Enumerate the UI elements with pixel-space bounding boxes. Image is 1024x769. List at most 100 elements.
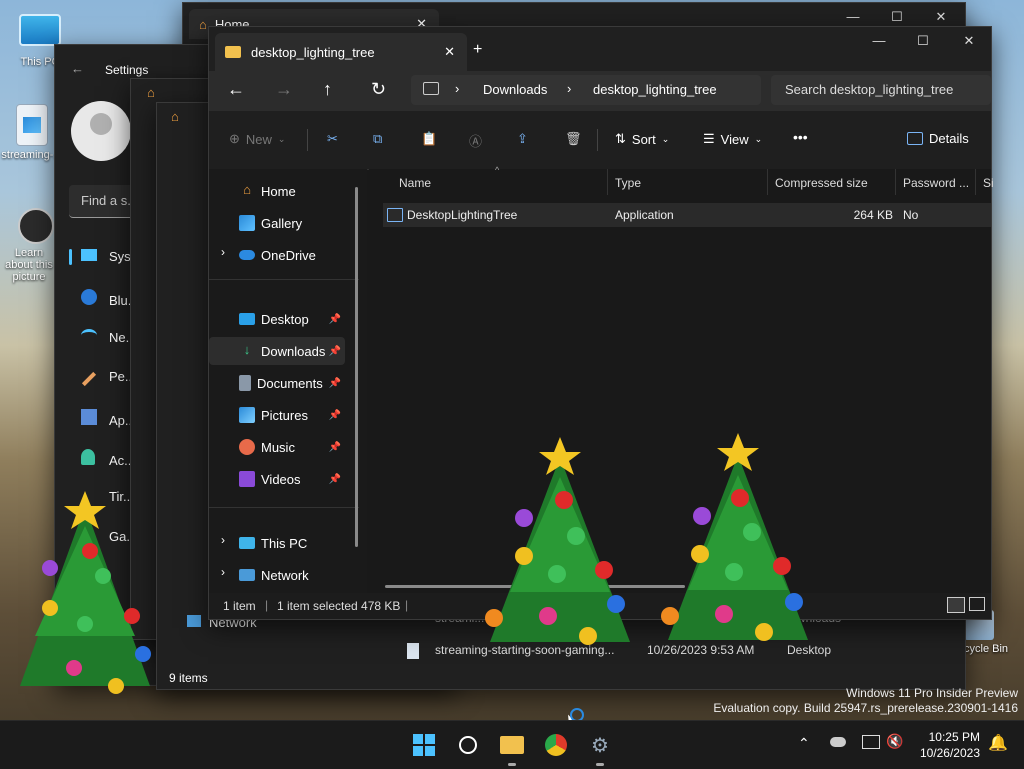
application-icon — [387, 208, 403, 222]
nav-label: Network — [261, 567, 309, 583]
breadcrumb-desktop-lighting-tree[interactable]: desktop_lighting_tree — [593, 82, 717, 97]
chrome-taskbar-button[interactable] — [542, 731, 570, 759]
table-row[interactable]: DesktopLightingTree Application 264 KB N… — [383, 203, 991, 227]
nav-home[interactable]: ⌂ Home — [209, 177, 345, 205]
settings-item-network[interactable]: Ne... — [81, 329, 136, 345]
search-button[interactable] — [454, 731, 482, 759]
clock[interactable]: 10:25 PM 10/26/2023 — [904, 729, 980, 761]
maximize-icon[interactable]: ☐ — [877, 9, 917, 25]
divider — [209, 507, 359, 508]
pin-icon: 📌 — [328, 345, 341, 357]
details-view-icon[interactable] — [947, 597, 965, 613]
breadcrumb-downloads[interactable]: Downloads — [483, 82, 547, 97]
chevron-right-icon[interactable]: › — [455, 81, 459, 96]
notification-bell-icon[interactable]: 🔔 — [988, 733, 1008, 753]
chevron-up-icon[interactable]: ⌃ — [798, 735, 810, 752]
selection-indicator — [69, 249, 72, 265]
view-button[interactable]: ☰ View ⌄ — [703, 131, 762, 147]
running-indicator — [508, 763, 516, 766]
minimize-icon[interactable]: — — [833, 9, 873, 24]
row-password: No — [903, 208, 919, 222]
chevron-right-icon[interactable]: › — [567, 81, 571, 96]
nav-network[interactable]: Network — [209, 561, 345, 589]
forward-arrow-icon[interactable]: → — [275, 79, 293, 100]
details-button[interactable]: Details — [907, 131, 969, 146]
rename-icon[interactable]: Ⓐ — [469, 131, 482, 150]
settings-item-apps[interactable]: Ap... — [81, 409, 136, 428]
network-tray-icon[interactable] — [862, 735, 880, 749]
nav-documents[interactable]: Documents 📌 — [209, 369, 345, 397]
christmas-tree-right — [661, 433, 808, 641]
nav-label: Music — [261, 439, 295, 455]
maximize-icon[interactable]: ☐ — [903, 33, 943, 49]
nav-music[interactable]: Music 📌 — [209, 433, 345, 461]
column-header-name[interactable]: Name — [399, 175, 431, 195]
search-placeholder: Search desktop_lighting_tree — [785, 82, 954, 97]
column-divider[interactable] — [975, 169, 976, 195]
onedrive-tray-icon[interactable] — [830, 737, 846, 747]
start-button[interactable] — [410, 731, 438, 759]
up-arrow-icon[interactable]: ↑ — [323, 79, 332, 100]
column-divider[interactable] — [895, 169, 896, 195]
settings-item-personalization[interactable]: Pe... — [81, 369, 136, 387]
settings-item-accounts[interactable]: Ac... — [81, 449, 135, 468]
tab-desktop-lighting-tree[interactable]: desktop_lighting_tree ✕ — [215, 33, 467, 71]
running-indicator — [596, 763, 604, 766]
nav-desktop[interactable]: Desktop 📌 — [209, 305, 345, 333]
paste-icon[interactable]: 📋 — [421, 131, 437, 147]
folder-icon — [225, 46, 241, 58]
column-header-password[interactable]: Password ... — [903, 175, 969, 195]
image-file-icon — [16, 104, 48, 146]
column-header-type[interactable]: Type — [615, 175, 641, 195]
more-options-button[interactable]: ••• — [793, 129, 808, 145]
add-tab-button[interactable]: + — [473, 41, 482, 59]
volume-muted-icon[interactable]: 🔇 — [886, 733, 903, 750]
column-divider[interactable] — [767, 169, 768, 195]
apps-icon — [81, 409, 97, 425]
share-icon[interactable]: ⇪ — [517, 131, 528, 147]
column-divider[interactable] — [607, 169, 608, 195]
new-button[interactable]: ⊕ New ⌄ — [229, 131, 285, 147]
sort-button[interactable]: ⇅ Sort ⌄ — [615, 131, 669, 147]
nav-pictures[interactable]: Pictures 📌 — [209, 401, 345, 429]
divider — [209, 279, 359, 280]
minimize-icon[interactable]: — — [859, 33, 899, 48]
search-input[interactable]: Search desktop_lighting_tree — [771, 75, 991, 105]
copy-icon[interactable]: ⧉ — [373, 131, 382, 147]
cloud-icon — [239, 250, 255, 260]
details-pane-icon — [907, 132, 923, 145]
watermark-line1: Windows 11 Pro Insider Preview — [846, 686, 1018, 700]
row-type: Application — [615, 208, 674, 222]
nav-label: Videos — [261, 471, 301, 487]
chevron-down-icon: ⌄ — [754, 133, 763, 144]
button-label: View — [720, 131, 749, 147]
nav-videos[interactable]: Videos 📌 — [209, 465, 345, 493]
cut-icon[interactable]: ✂ — [327, 131, 338, 147]
evaluation-watermark: Windows 11 Pro Insider Preview Evaluatio… — [713, 686, 1018, 716]
settings-taskbar-button[interactable]: ⚙ — [586, 731, 614, 759]
monitor-icon — [239, 537, 255, 549]
bluetooth-icon — [81, 289, 97, 305]
file-explorer-taskbar-button[interactable] — [498, 731, 526, 759]
nav-scrollbar[interactable] — [355, 187, 358, 547]
person-icon — [81, 449, 95, 465]
tiles-view-icon[interactable] — [969, 597, 985, 611]
nav-downloads[interactable]: ↓ Downloads 📌 — [209, 337, 345, 365]
nav-onedrive[interactable]: OneDrive — [209, 241, 345, 269]
column-header-compressed-size[interactable]: Compressed size — [775, 175, 868, 195]
close-icon[interactable]: ✕ — [921, 9, 961, 25]
sort-icon: ⇅ — [615, 131, 626, 146]
gallery-icon — [239, 215, 255, 231]
address-bar[interactable]: › Downloads › desktop_lighting_tree — [411, 75, 761, 105]
plus-circle-icon: ⊕ — [229, 131, 240, 146]
close-icon[interactable]: ✕ — [444, 44, 455, 60]
back-arrow-icon[interactable]: ← — [227, 79, 245, 100]
nav-gallery[interactable]: Gallery — [209, 209, 345, 237]
close-icon[interactable]: ✕ — [949, 33, 989, 49]
nav-this-pc[interactable]: This PC — [209, 529, 345, 557]
window-title: Settings — [105, 63, 149, 77]
refresh-icon[interactable]: ↻ — [371, 79, 386, 100]
back-arrow-icon[interactable]: ← — [71, 61, 84, 76]
column-header-size[interactable]: Si — [983, 175, 994, 195]
delete-icon[interactable]: 🗑 — [565, 131, 582, 147]
